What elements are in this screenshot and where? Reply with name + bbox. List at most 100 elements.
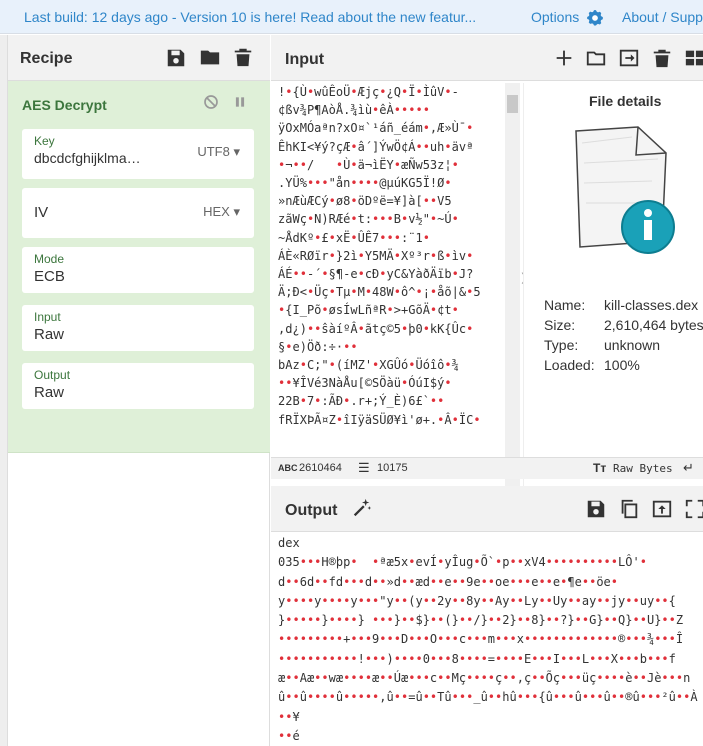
chevron-down-icon: ▾ <box>233 144 240 159</box>
input-line: .YÜ%•••"ån••••@µúKG5Ï!Ø• <box>278 176 452 191</box>
aes-decrypt-operation: AES Decrypt Key dbcdcfghijklma… UTF8 ▾ I… <box>8 81 270 453</box>
file-details-title: File details <box>589 93 662 109</box>
trash-icon[interactable] <box>651 47 673 69</box>
file-size-row: Size: 2,610,464 bytes <box>544 317 703 333</box>
eol-icon[interactable]: ↵ <box>683 460 694 476</box>
mode-value[interactable]: ECB <box>34 268 65 285</box>
input-textarea[interactable]: !•{Ù•wûÊoÜ•Æjç•¿Q•Ï•ÌûV•- ¢ßv¾P¶AòÅ.¾ìù•ê… <box>278 83 504 489</box>
output-line: 035•••H®þp• •ªæ5x•evÍ•yÎug•Õ`•p••xV4••••… <box>278 555 647 570</box>
pause-icon[interactable] <box>233 95 247 109</box>
banner: Last build: 12 days ago - Version 10 is … <box>0 0 703 34</box>
input-format-field[interactable]: Input Raw <box>22 305 254 351</box>
output-panel: Output dex 035•••H®þp• •ªæ5x•evÍ•yÎug•Õ`•… <box>271 486 703 746</box>
input-encoding-button[interactable]: Raw Bytes <box>613 462 673 475</box>
input-line: ••¥ÎVé3NàÅu[©SÖàü•ÓúI$ý• <box>278 376 452 391</box>
input-line: ÁÈ«RØïr•}2ì•Y5MÄ•Xº³r•ß•ìv• <box>278 248 474 263</box>
input-lines: 10175 <box>377 462 408 474</box>
operation-name: AES Decrypt <box>22 97 107 113</box>
input-line: bAz•C;"•(íMZ'•XGÛó•Üóîô•¾ <box>278 358 459 373</box>
output-line: y••••y••••y•••"y••(y••2y••8y••Ay••Ly••Uy… <box>278 593 676 608</box>
output-textarea[interactable]: dex 035•••H®þp• •ªæ5x•evÍ•yÎug•Õ`•p••xV4•… <box>278 534 703 746</box>
magic-wand-icon[interactable] <box>351 497 373 519</box>
lines-icon: ☰ <box>358 460 370 475</box>
about-link[interactable]: About / Supp <box>622 9 703 25</box>
open-folder-icon[interactable] <box>585 47 607 69</box>
maximise-icon[interactable] <box>684 498 703 520</box>
output-header: Output <box>271 486 703 532</box>
file-name-label: Name: <box>544 297 586 313</box>
output-line: }•••••}••••} •••}••$}••(}••/}••2}••8}••?… <box>278 613 684 628</box>
input-title: Input <box>285 51 325 68</box>
output-format-label: Output <box>34 368 71 382</box>
changelog-link[interactable]: Last build: 12 days ago - Version 10 is … <box>24 9 476 25</box>
key-format-dropdown[interactable]: UTF8 ▾ <box>197 144 240 160</box>
input-scrollbar[interactable] <box>505 83 520 488</box>
input-line: •¬••/ •Ù•ä¬ìËY•æÑw53z¦• <box>278 157 459 172</box>
output-line: •••••••••+•••9•••D•••O•••c•••m•••x••••••… <box>278 632 684 647</box>
input-line: zãWç•N)RÆé•t:•••B•v½"•~Ú• <box>278 212 459 227</box>
key-format-value: UTF8 <box>197 144 230 159</box>
mode-field[interactable]: Mode ECB <box>22 247 254 293</box>
copy-icon[interactable] <box>618 498 640 520</box>
file-type-value: unknown <box>604 337 661 353</box>
chevron-down-icon: ▾ <box>233 204 240 219</box>
input-line: §•e)Öð:÷·•• <box>278 339 358 354</box>
input-format-value[interactable]: Raw <box>34 326 64 343</box>
iv-format-value: HEX <box>203 204 230 219</box>
options-link[interactable]: Options <box>531 9 579 25</box>
input-line: ÊhKI<¥ý?çÆ•â´]ÝwÖ¢Á••uh•ävª <box>278 139 474 154</box>
iv-field[interactable]: IV HEX ▾ <box>22 188 254 238</box>
file-type-label: Type: <box>544 337 579 353</box>
input-format-label: Input <box>34 310 61 324</box>
trash-icon[interactable] <box>232 46 254 68</box>
scrollbar-thumb[interactable] <box>507 95 518 113</box>
plus-icon[interactable] <box>553 47 575 69</box>
output-line: •••••••••••!•••)••••0•••8••••=••••E•••I•… <box>278 651 676 666</box>
file-info-icon <box>575 126 675 254</box>
file-name-value: kill-classes.dex <box>604 297 699 313</box>
input-line: fRÏXÞÃ¤Z•îIÿäSÜØ¥ì'ø+.•Â•ÏC• <box>278 412 481 427</box>
output-line: ••¥ <box>278 709 300 724</box>
input-line: »nÆùÆCý•ø8•öDºë=¥]à[••V5 <box>278 194 452 209</box>
save-icon[interactable] <box>165 47 187 69</box>
output-format-value[interactable]: Raw <box>34 384 64 401</box>
input-header: Input <box>271 35 703 81</box>
save-output-icon[interactable] <box>585 498 607 520</box>
iv-label: IV <box>34 204 49 221</box>
output-line: ••é <box>278 728 300 743</box>
iv-format-dropdown[interactable]: HEX ▾ <box>203 204 240 220</box>
input-line: Ä;Ð<•Üç•Tµ•M•48W•ô^•¡•åõ|&•5 <box>278 285 481 300</box>
output-line: d••6d••fd•••d••»d••æd••e••9e••oe•••e••e•… <box>278 574 619 589</box>
key-input[interactable]: dbcdcfghijklma… <box>34 150 174 166</box>
mode-label: Mode <box>34 252 65 266</box>
replace-input-icon[interactable] <box>651 498 673 520</box>
recipe-title: Recipe <box>20 50 73 67</box>
folder-icon[interactable] <box>199 46 221 68</box>
operations-gutter[interactable] <box>0 35 8 746</box>
input-line: ,d¿)••ŝàíºÂ•ãtç©5•þ0•kK{Ûc• <box>278 321 474 336</box>
layout-icon[interactable] <box>684 47 703 69</box>
input-line: ¢ßv¾P¶AòÅ.¾ìù•êÀ••••• <box>278 103 430 118</box>
recipe-header: Recipe <box>8 35 270 81</box>
key-field[interactable]: Key dbcdcfghijklma… UTF8 ▾ <box>22 129 254 179</box>
key-label: Key <box>34 134 55 148</box>
input-panel: Input !•{Ù•wûÊoÜ•Æjç•¿Q•Ï•ÌûV•- ¢ßv¾P¶AòÅ… <box>271 35 703 489</box>
file-details-panel: File details Name: kill-classes.dex Size:… <box>523 83 703 489</box>
output-line: û••û••••û•••••,û••=û••Tû•••_û••hû•••{û••… <box>278 690 698 705</box>
recipe-panel: Recipe AES Decrypt Key dbcdcfghijklma… U… <box>8 35 270 746</box>
disable-icon[interactable] <box>203 94 219 110</box>
input-length: 2610464 <box>299 462 342 474</box>
text-format-icon: Tт <box>593 461 607 475</box>
file-loaded-value: 100% <box>604 357 640 373</box>
input-line: ~ÅdKº•£•xË•ÛÊ7•••:¨1• <box>278 230 430 245</box>
file-size-value: 2,610,464 bytes <box>604 317 703 333</box>
input-line: ÁÉ••-´•§¶-e•cÐ•yC&YàðÄïb•J? <box>278 267 474 282</box>
gear-icon[interactable] <box>585 8 605 28</box>
output-line: æ••Aæ••wæ••••æ••Úæ•••c••Mç••••ç••,ç••Õç•… <box>278 671 691 686</box>
file-name-row: Name: kill-classes.dex <box>544 297 698 313</box>
output-line: dex <box>278 536 300 550</box>
open-file-icon[interactable] <box>618 47 640 69</box>
file-size-label: Size: <box>544 317 576 333</box>
input-line: 22B•7•:ÃÐ•.r+;Ý_È)6£`•• <box>278 394 445 409</box>
output-format-field[interactable]: Output Raw <box>22 363 254 409</box>
